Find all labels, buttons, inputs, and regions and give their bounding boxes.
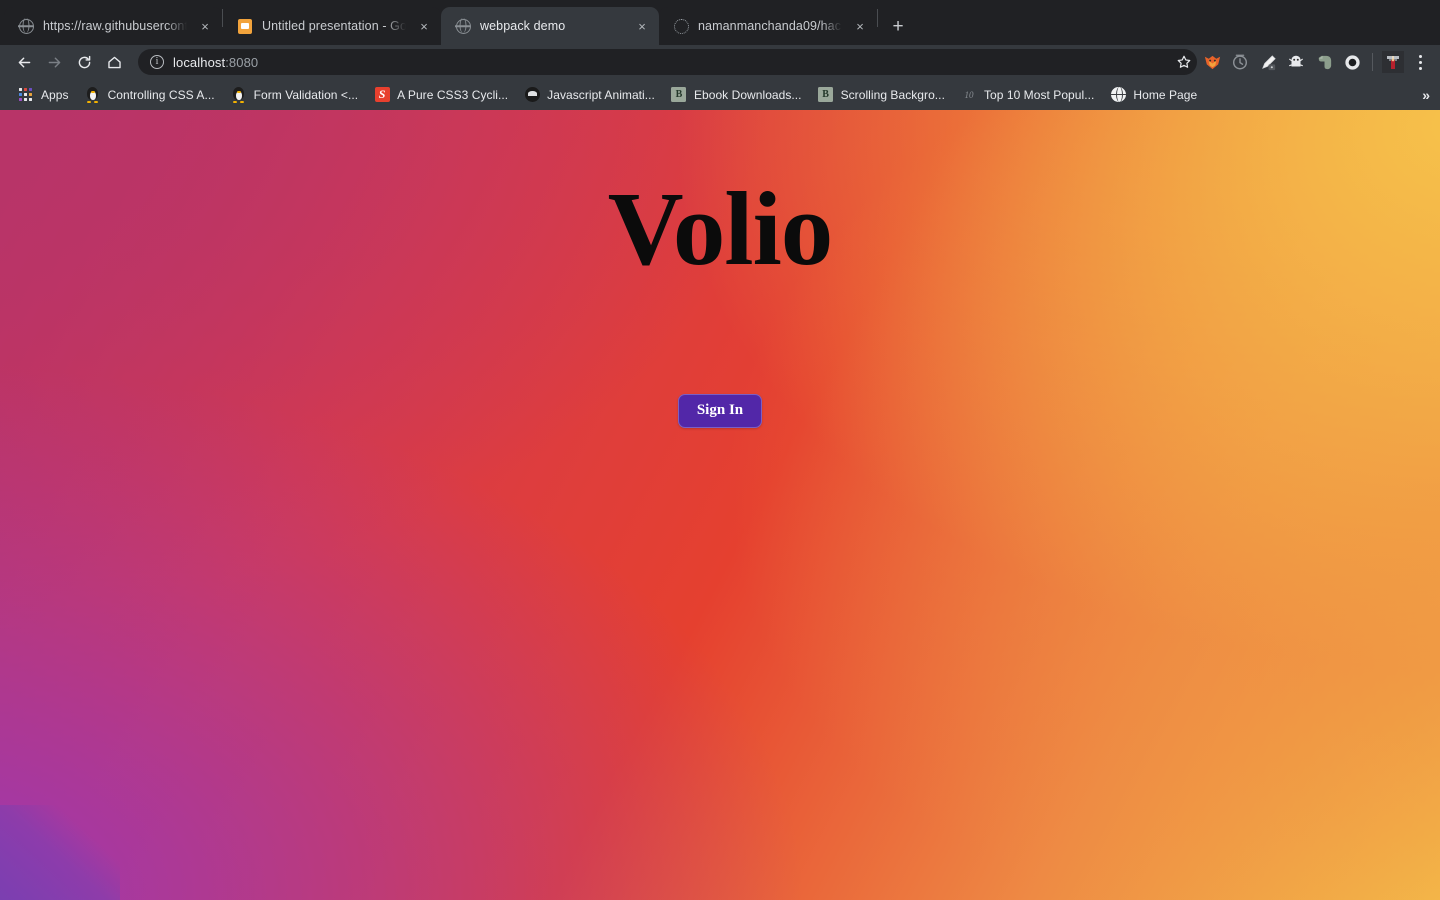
tab-divider xyxy=(877,8,878,27)
bookmark-label: Javascript Animati... xyxy=(547,87,655,102)
bookmark-label: Top 10 Most Popul... xyxy=(983,87,1095,102)
kebab-menu-icon[interactable] xyxy=(1408,54,1432,70)
bookmark-home-page[interactable]: Home Page xyxy=(1102,83,1205,107)
toolbar-divider xyxy=(1372,53,1373,71)
bookmark-form-validation[interactable]: Form Validation <... xyxy=(223,83,367,107)
close-icon[interactable]: × xyxy=(196,17,214,35)
google-slides-icon xyxy=(237,18,253,34)
bookmark-label: Home Page xyxy=(1133,87,1198,102)
tab-title: namanmanchanda09/hackinit xyxy=(698,19,842,33)
close-icon[interactable]: × xyxy=(633,17,651,35)
evernote-extension-icon[interactable] xyxy=(1311,49,1337,75)
tab-title: webpack demo xyxy=(480,19,566,33)
profile-avatar[interactable] xyxy=(1380,49,1406,75)
browser-window: https://raw.githubusercontent.c × Untitl… xyxy=(0,0,1440,900)
sign-in-button[interactable]: Sign In xyxy=(677,394,763,428)
address-bar[interactable]: i localhost:8080 xyxy=(138,49,1197,75)
red-s-favicon: S xyxy=(374,87,390,103)
bookmark-pure-css3-cycling[interactable]: S A Pure CSS3 Cycli... xyxy=(366,83,516,107)
bookmark-label: Scrolling Backgro... xyxy=(840,87,945,102)
browser-toolbar: i localhost:8080 xyxy=(0,45,1440,79)
fox-extension-icon[interactable] xyxy=(1199,49,1225,75)
github-icon xyxy=(673,18,689,34)
clock-extension-icon[interactable] xyxy=(1227,49,1253,75)
bookmark-label: A Pure CSS3 Cycli... xyxy=(397,87,509,102)
browser-tab-4[interactable]: namanmanchanda09/hackinit × xyxy=(659,7,877,45)
close-icon[interactable]: × xyxy=(415,17,433,35)
dark-circle-extension-icon[interactable] xyxy=(1339,49,1365,75)
page-title: Volio xyxy=(607,170,834,287)
globe-white-favicon xyxy=(1110,87,1126,103)
browser-tab-2[interactable]: Untitled presentation - Google × xyxy=(223,7,441,45)
globe-icon xyxy=(18,18,34,34)
bookmark-scrolling-background[interactable]: B Scrolling Backgro... xyxy=(810,83,953,107)
browser-tab-1[interactable]: https://raw.githubusercontent.c × xyxy=(4,7,222,45)
new-tab-button[interactable]: + xyxy=(884,12,912,40)
home-icon[interactable] xyxy=(100,48,128,76)
url-host: localhost xyxy=(173,54,226,70)
bookmark-label: Form Validation <... xyxy=(253,87,359,102)
bookmark-javascript-animation[interactable]: Javascript Animati... xyxy=(516,83,663,107)
tab-strip: https://raw.githubusercontent.c × Untitl… xyxy=(0,0,1440,45)
apps-grid-icon xyxy=(18,87,34,103)
ebook-favicon: B xyxy=(671,87,687,103)
javascript-favicon xyxy=(524,87,540,103)
forward-arrow-icon[interactable] xyxy=(40,48,68,76)
star-icon[interactable] xyxy=(1171,49,1197,75)
info-icon[interactable]: i xyxy=(150,55,164,69)
ebook-favicon: B xyxy=(818,87,834,103)
close-icon[interactable]: × xyxy=(851,17,869,35)
penguin-favicon xyxy=(85,87,101,103)
reload-icon[interactable] xyxy=(70,48,98,76)
bookmark-controlling-css[interactable]: Controlling CSS A... xyxy=(77,83,223,107)
back-arrow-icon[interactable] xyxy=(10,48,38,76)
url-port: :8080 xyxy=(225,54,259,70)
marker-extension-icon[interactable] xyxy=(1255,49,1281,75)
top10-favicon: 10 xyxy=(964,89,974,100)
penguin-favicon xyxy=(231,87,247,103)
browser-tab-3-active[interactable]: webpack demo × xyxy=(441,7,659,45)
tab-title: https://raw.githubusercontent.c xyxy=(43,19,187,33)
bookmark-label: Controlling CSS A... xyxy=(107,87,215,102)
bookmark-label: Apps xyxy=(41,87,69,102)
url-text: localhost:8080 xyxy=(173,55,258,70)
globe-icon xyxy=(455,18,471,34)
bookmarks-bar: Apps Controlling CSS A... Form Validatio… xyxy=(0,79,1440,110)
page-viewport: Volio Sign In xyxy=(0,110,1440,900)
bookmarks-overflow-icon[interactable]: » xyxy=(1422,88,1430,102)
bookmark-top-10-most-popular[interactable]: 10 Top 10 Most Popul... xyxy=(953,83,1102,107)
bookmark-apps[interactable]: Apps xyxy=(10,83,77,107)
bookmark-label: Ebook Downloads... xyxy=(693,87,802,102)
spider-extension-icon[interactable] xyxy=(1283,49,1309,75)
tab-title: Untitled presentation - Google xyxy=(262,19,406,33)
bookmark-ebook-downloads[interactable]: B Ebook Downloads... xyxy=(663,83,810,107)
